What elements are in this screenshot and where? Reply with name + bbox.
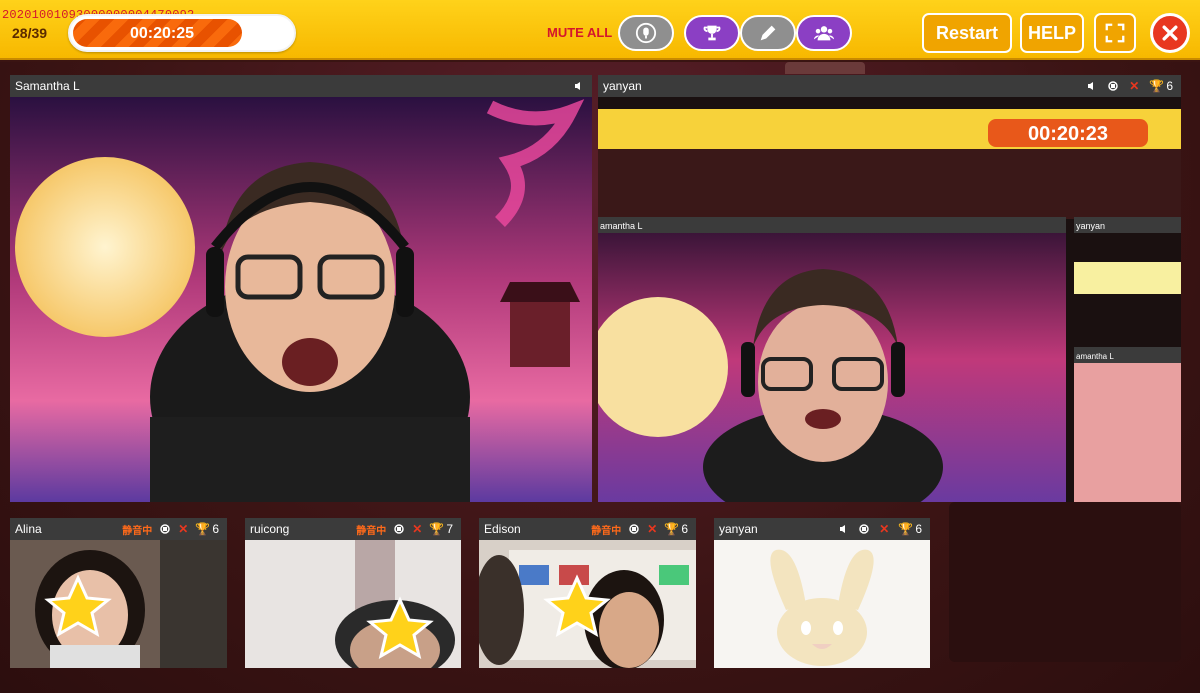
trophy-icon: 🏆 xyxy=(898,522,914,536)
video-feed xyxy=(245,540,461,668)
class-timer-progress: 00:20:25 xyxy=(68,14,296,52)
participant-name: Edison xyxy=(484,522,521,536)
screen-share-image: 00:20:23 amantha L yanyan amantha L xyxy=(598,97,1181,502)
students-button[interactable] xyxy=(796,15,852,51)
student-video-image xyxy=(245,540,461,668)
camera-icon[interactable] xyxy=(628,523,640,535)
tile-header: yanyan ✕ 🏆 6 xyxy=(598,75,1181,97)
trophy-icon: 🏆 xyxy=(664,522,680,536)
stage-tab[interactable] xyxy=(785,62,865,74)
tile-header: Edison 静音中 ✕ 🏆 6 xyxy=(479,518,696,540)
screen-share-tile[interactable]: yanyan ✕ 🏆 6 00:20:23 amantha L yanyan a… xyxy=(598,75,1181,502)
shared-screen-timer: 00:20:23 xyxy=(1028,123,1108,145)
trophy-count: 🏆 7 xyxy=(429,522,453,536)
mute-all-label[interactable]: MUTE ALL xyxy=(547,25,612,40)
trophy-icon: 🏆 xyxy=(429,522,445,536)
tile-header: Alina 静音中 ✕ 🏆 6 xyxy=(10,518,227,540)
speaker-icon[interactable] xyxy=(574,81,584,91)
fullscreen-button[interactable] xyxy=(1094,13,1136,53)
remove-icon[interactable]: ✕ xyxy=(1129,79,1139,93)
speaker-icon[interactable] xyxy=(839,524,849,534)
student-tile-yanyan[interactable]: yanyan ✕ 🏆 6 xyxy=(714,518,930,668)
restart-button[interactable]: Restart xyxy=(922,13,1012,53)
muted-status: 静音中 xyxy=(356,525,387,537)
tile-header: Samantha L xyxy=(10,75,592,97)
remove-icon[interactable]: ✕ xyxy=(879,522,889,536)
camera-icon[interactable] xyxy=(1107,80,1119,92)
remove-icon[interactable]: ✕ xyxy=(647,522,657,536)
participant-name: ruicong xyxy=(250,522,290,536)
trophy-icon xyxy=(703,25,721,41)
camera-icon[interactable] xyxy=(393,523,405,535)
mute-all-button[interactable] xyxy=(618,15,674,51)
class-timer: 00:20:25 xyxy=(129,25,195,42)
trophy-count: 🏆 6 xyxy=(1149,79,1173,93)
bunny-placeholder-icon xyxy=(714,540,930,668)
video-feed xyxy=(10,540,227,668)
camera-icon[interactable] xyxy=(159,523,171,535)
mute-icon xyxy=(635,22,657,44)
speaker-icon[interactable] xyxy=(1087,81,1097,91)
shared-inner-name-2: yanyan xyxy=(1076,221,1105,231)
group-icon xyxy=(813,26,835,41)
teacher-video-tile[interactable]: Samantha L xyxy=(10,75,592,502)
trophy-award-button[interactable] xyxy=(684,15,740,51)
tile-header: yanyan ✕ 🏆 6 xyxy=(714,518,930,540)
student-tile-alina[interactable]: Alina 静音中 ✕ 🏆 6 xyxy=(10,518,227,668)
muted-status: 静音中 xyxy=(591,525,622,537)
close-icon xyxy=(1162,25,1178,41)
empty-video-slot xyxy=(949,502,1181,662)
participant-name: yanyan xyxy=(603,79,642,93)
student-tile-ruicong[interactable]: ruicong 静音中 ✕ 🏆 7 xyxy=(245,518,461,668)
draw-tool-button[interactable] xyxy=(740,15,796,51)
video-feed xyxy=(10,97,592,502)
student-tile-edison[interactable]: Edison 静音中 ✕ 🏆 6 xyxy=(479,518,696,668)
video-feed xyxy=(479,540,696,668)
close-button[interactable] xyxy=(1150,13,1190,53)
fullscreen-icon xyxy=(1105,23,1125,43)
trophy-count: 🏆 6 xyxy=(898,522,922,536)
top-toolbar: 20201001093000000004470092 28/39 00:20:2… xyxy=(0,0,1200,60)
student-video-image xyxy=(10,540,227,668)
participant-name: yanyan xyxy=(719,522,758,536)
pencil-icon xyxy=(760,25,776,41)
trophy-count: 🏆 6 xyxy=(195,522,219,536)
video-feed: 00:20:23 amantha L yanyan amantha L xyxy=(598,97,1181,502)
participant-name: Samantha L xyxy=(15,79,80,93)
teacher-video-image xyxy=(10,97,592,502)
camera-icon[interactable] xyxy=(858,523,870,535)
tile-header: ruicong 静音中 ✕ 🏆 7 xyxy=(245,518,461,540)
help-button[interactable]: HELP xyxy=(1020,13,1084,53)
trophy-count: 🏆 6 xyxy=(664,522,688,536)
shared-inner-name: amantha L xyxy=(600,221,643,231)
classroom-stage: Samantha L yanyan ✕ 🏆 6 00:20:23 amantha… xyxy=(0,62,1200,693)
trophy-icon: 🏆 xyxy=(1149,79,1165,93)
video-feed xyxy=(714,540,930,668)
participant-name: Alina xyxy=(15,522,42,536)
trophy-icon: 🏆 xyxy=(195,522,211,536)
remove-icon[interactable]: ✕ xyxy=(178,522,188,536)
muted-status: 静音中 xyxy=(122,525,153,537)
student-video-image xyxy=(479,540,696,668)
remove-icon[interactable]: ✕ xyxy=(412,522,422,536)
page-counter: 28/39 xyxy=(12,25,48,41)
shared-inner-name-3: amantha L xyxy=(1076,352,1114,361)
